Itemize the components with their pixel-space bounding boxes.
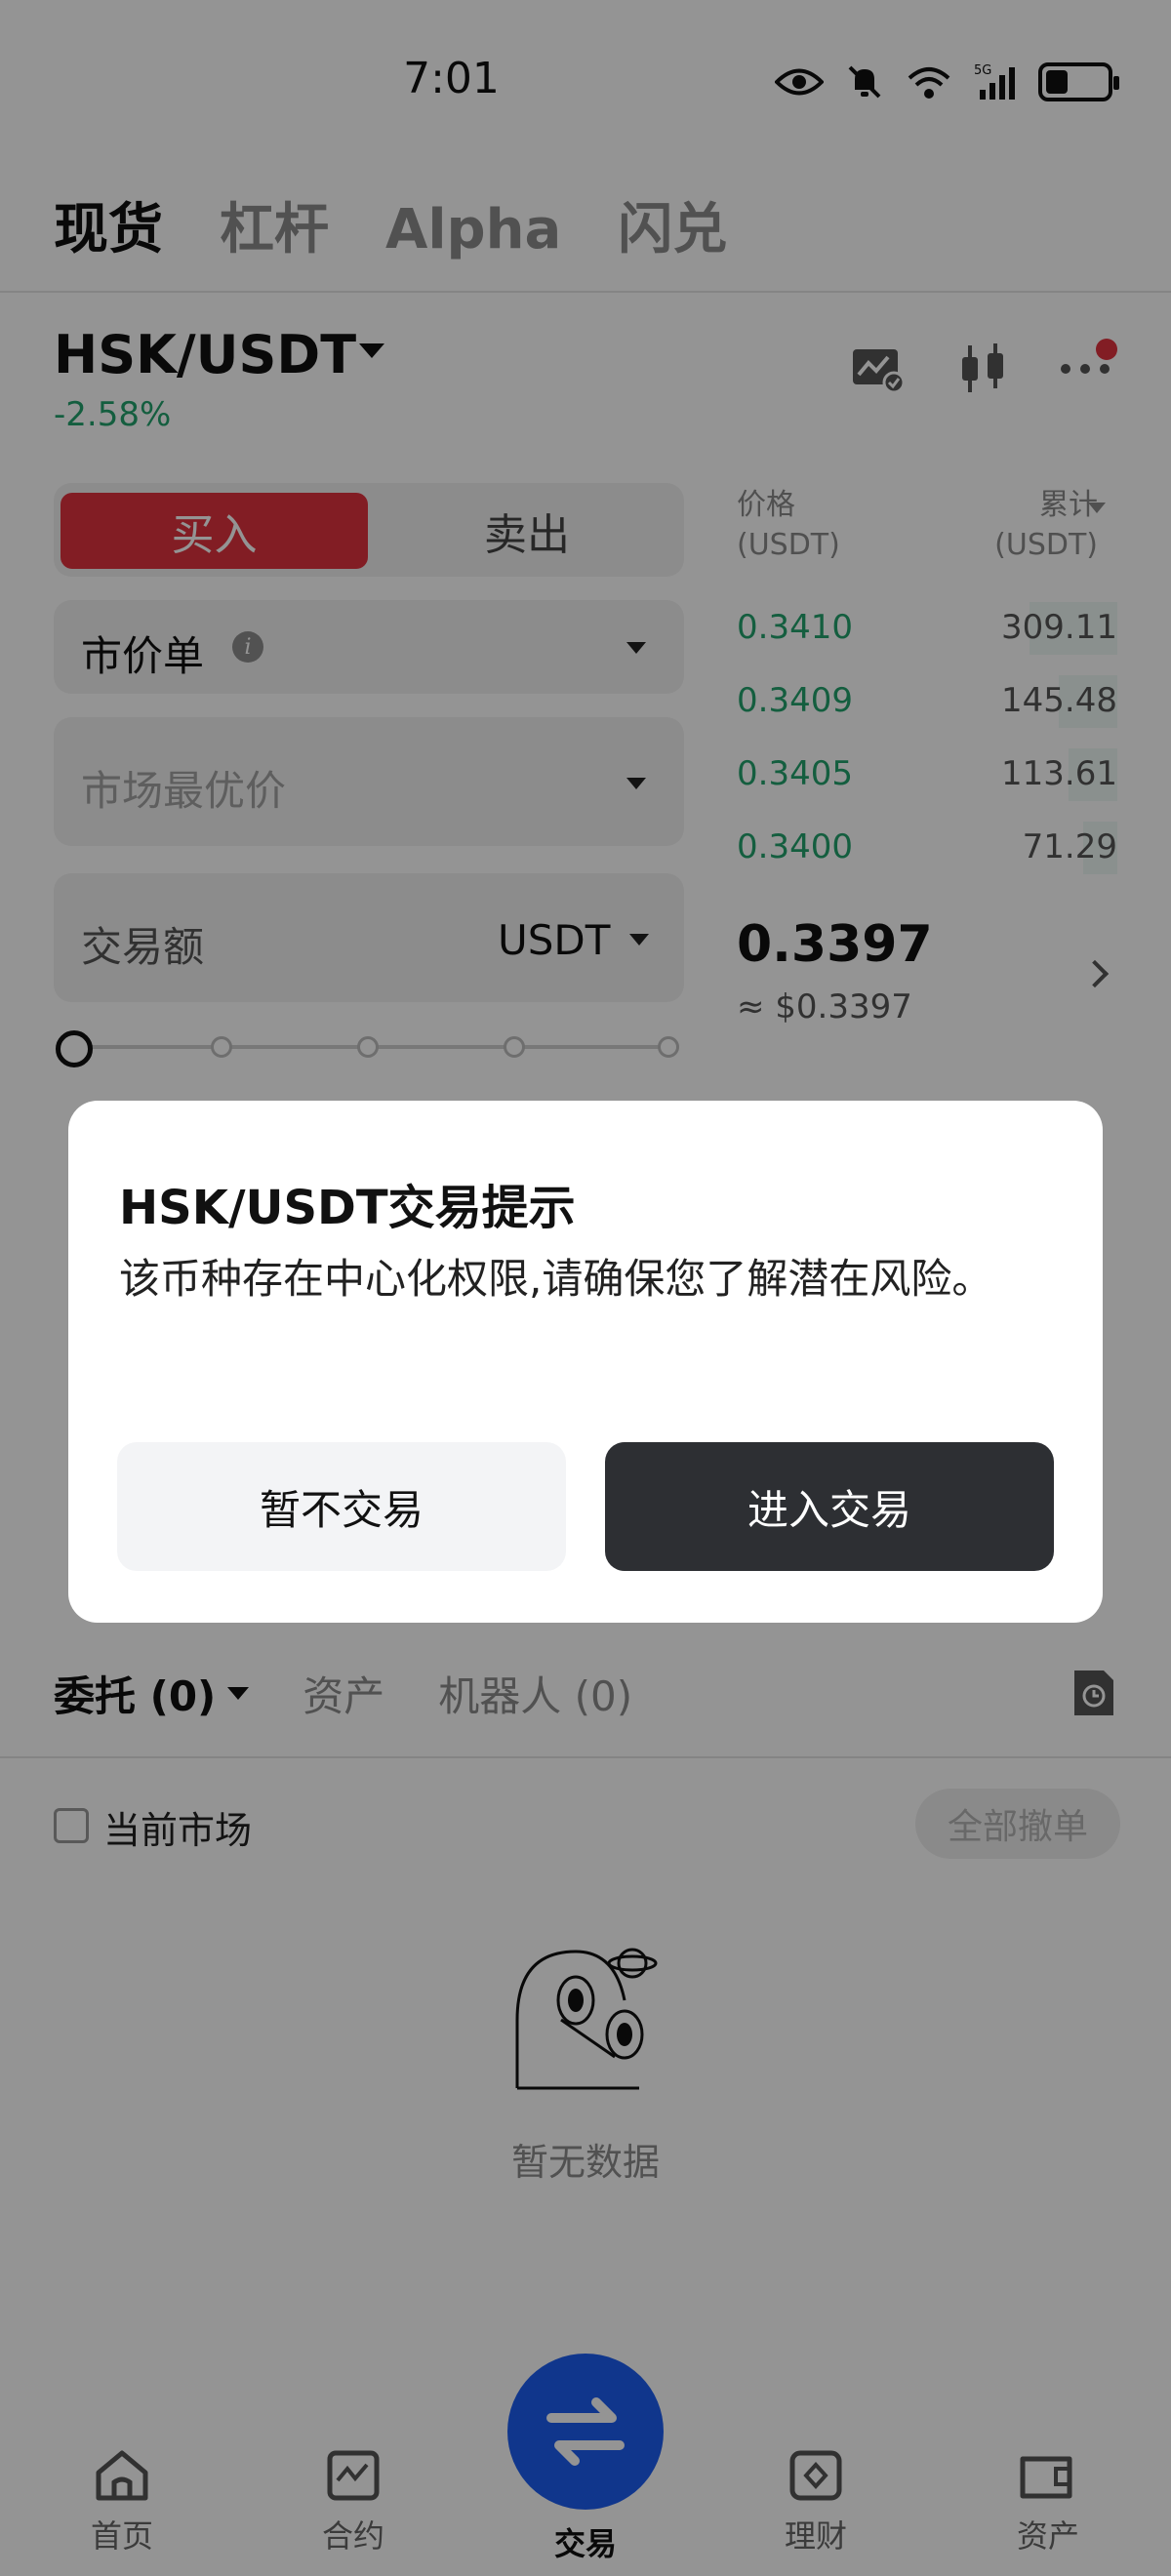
dialog-message: 该币种存在中心化权限,请确保您了解潜在风险。 [119,1255,993,1303]
dialog-title: HSK/USDT交易提示 [119,1181,576,1235]
skip-trade-button[interactable]: 暂不交易 [117,1442,566,1571]
trade-warning-dialog: HSK/USDT交易提示 该币种存在中心化权限,请确保您了解潜在风险。 暂不交易… [68,1101,1103,1623]
enter-trade-button[interactable]: 进入交易 [605,1442,1054,1571]
